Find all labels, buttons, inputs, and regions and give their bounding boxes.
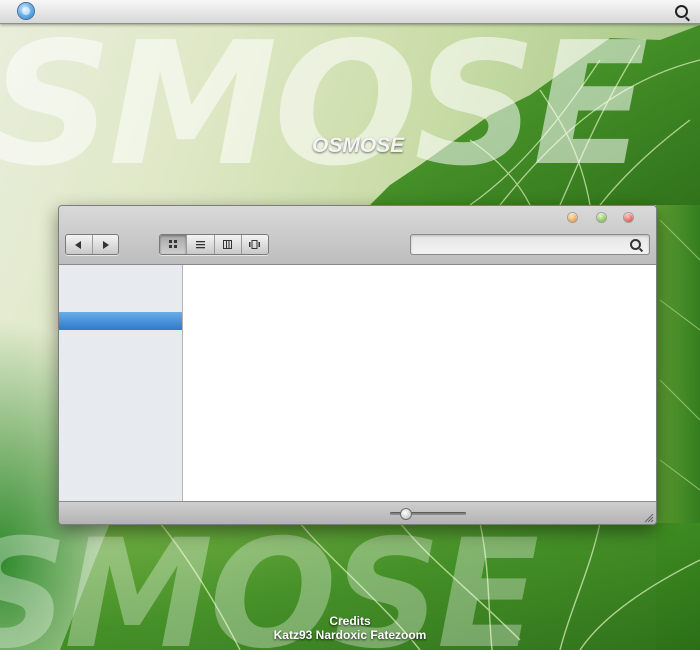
close-button[interactable] [624, 213, 633, 222]
credits-names: Katz93 Nardoxic Fatezoom [273, 628, 427, 642]
minimize-button[interactable] [568, 213, 577, 222]
back-button[interactable] [66, 235, 93, 254]
list-view-button[interactable] [187, 235, 215, 254]
credits-block: Credits Katz93 Nardoxic Fatezoom [0, 614, 700, 642]
column-view-button[interactable] [215, 235, 242, 254]
view-mode-buttons [159, 234, 269, 255]
navigation-buttons [65, 234, 119, 255]
column-view-icon [223, 240, 233, 249]
icon-size-slider-thumb[interactable] [400, 508, 413, 520]
spotlight-search-icon[interactable] [675, 5, 688, 18]
resize-grip-icon[interactable] [642, 511, 654, 523]
icon-view-button[interactable] [160, 235, 188, 254]
back-arrow-icon [75, 240, 82, 249]
icon-size-slider[interactable] [390, 508, 466, 520]
cover-flow-view-icon [249, 240, 261, 249]
apple-logo-icon[interactable] [18, 3, 34, 19]
status-bar [59, 501, 656, 524]
forward-button[interactable] [93, 235, 119, 254]
osmose-logo-text: OSMOSE [312, 134, 405, 157]
finder-window [58, 205, 657, 525]
icon-view-icon [168, 240, 177, 248]
menu-bar [0, 0, 700, 24]
sidebar-item-selected[interactable] [59, 312, 182, 330]
list-view-icon [195, 241, 205, 249]
window-titlebar[interactable] [59, 206, 656, 265]
wallpaper-big-text: SMOSE [0, 6, 649, 204]
search-field[interactable] [410, 234, 650, 255]
credits-title: Credits [329, 614, 371, 628]
search-icon [630, 239, 641, 250]
file-content-area[interactable] [183, 265, 656, 501]
zoom-button[interactable] [597, 213, 606, 222]
search-input[interactable] [417, 237, 631, 254]
sidebar [59, 265, 183, 501]
cover-flow-view-button[interactable] [242, 235, 268, 254]
forward-arrow-icon [102, 240, 109, 249]
